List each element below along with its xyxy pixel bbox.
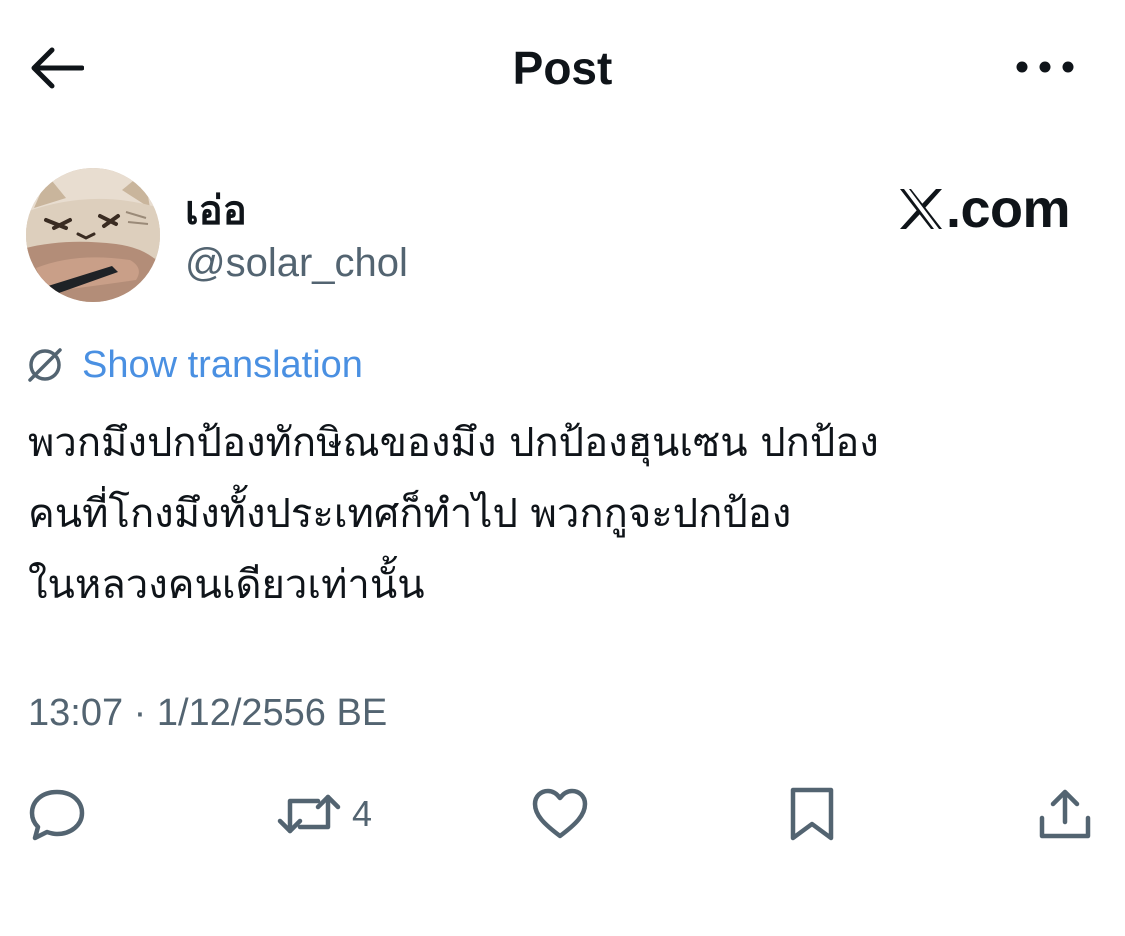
bookmark-button[interactable]	[786, 786, 838, 842]
show-translation-button[interactable]: Show translation	[26, 342, 363, 388]
show-translation-label: Show translation	[82, 344, 363, 386]
like-button[interactable]	[530, 786, 590, 842]
repost-button[interactable]: 4	[276, 786, 372, 842]
repost-count: 4	[352, 793, 373, 834]
x-com-watermark: .com	[898, 178, 1071, 240]
avatar[interactable]	[26, 168, 160, 302]
reply-icon	[29, 789, 85, 841]
post-text-line: พวกมึงปกป้องทักษิณของมึง ปกป้องฮุนเซน ปก…	[28, 420, 879, 466]
watermark-text: .com	[945, 179, 1071, 239]
share-button[interactable]	[1036, 786, 1094, 842]
bookmark-icon	[790, 787, 834, 841]
more-dots-icon	[1016, 61, 1074, 73]
x-logo-icon	[899, 189, 942, 229]
post-text-line: ในหลวงคนเดียวเท่านั้น	[28, 562, 425, 608]
reply-button[interactable]	[28, 786, 86, 842]
post-timestamp[interactable]: 13:07 · 1/12/2556 BE	[28, 690, 387, 736]
post-text-line: คนที่โกงมึงทั้งประเทศก็ทำไป พวกกูจะปกป้อ…	[28, 491, 792, 537]
post-text: พวกมึงปกป้องทักษิณของมึง ปกป้องฮุนเซน ปก…	[28, 408, 1098, 621]
author-display-name[interactable]: เอ่อ	[185, 188, 247, 234]
heart-icon	[532, 788, 588, 839]
page-title: Post	[512, 42, 613, 94]
share-icon	[1039, 789, 1091, 839]
repost-icon	[277, 794, 341, 834]
translate-globe-icon	[28, 348, 62, 382]
more-options-button[interactable]	[1011, 52, 1075, 82]
author-handle[interactable]: @solar_chol	[185, 240, 408, 286]
cat-avatar-icon	[26, 168, 160, 302]
